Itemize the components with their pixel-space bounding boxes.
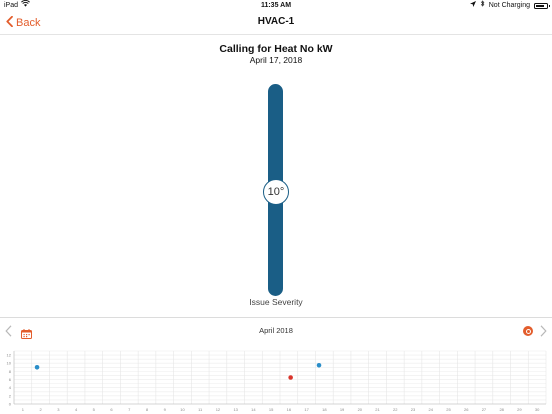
x-tick-label: 8 bbox=[146, 407, 149, 412]
x-tick-label: 17 bbox=[304, 407, 309, 412]
x-tick-label: 11 bbox=[198, 407, 203, 412]
month-label: April 2018 bbox=[259, 326, 293, 335]
battery-icon bbox=[534, 2, 550, 9]
navigation-bar: Back HVAC-1 bbox=[0, 11, 552, 35]
x-tick-label: 1 bbox=[22, 407, 25, 412]
y-tick-label: 0 bbox=[9, 402, 12, 407]
x-tick-label: 2 bbox=[39, 407, 42, 412]
alert-date: April 17, 2018 bbox=[249, 55, 303, 65]
charging-status: Not Charging bbox=[488, 2, 530, 9]
x-tick-label: 29 bbox=[517, 407, 522, 412]
x-tick-label: 12 bbox=[216, 407, 221, 412]
y-tick-label: 8 bbox=[9, 369, 12, 374]
x-tick-label: 7 bbox=[128, 407, 131, 412]
x-tick-label: 30 bbox=[535, 407, 540, 412]
x-tick-label: 22 bbox=[393, 407, 398, 412]
y-tick-label: 6 bbox=[9, 377, 12, 382]
issue-scatter-chart: 0246810121 2 3 4 5 6 7 8 9 10 11 12 13 14 15 16 17 18 19 20… bbox=[7, 350, 547, 412]
x-tick-label: 16 bbox=[287, 407, 292, 412]
x-tick-label: 25 bbox=[446, 407, 451, 412]
bluetooth-icon bbox=[480, 0, 485, 11]
status-bar-right: Not Charging bbox=[469, 0, 550, 11]
x-tick-label: 5 bbox=[93, 407, 96, 412]
x-tick-label: 24 bbox=[429, 407, 434, 412]
today-icon[interactable] bbox=[523, 326, 533, 336]
x-tick-label: 3 bbox=[57, 407, 60, 412]
battery-fill bbox=[536, 4, 544, 7]
x-tick-label: 14 bbox=[251, 407, 256, 412]
x-tick-label: 13 bbox=[233, 407, 238, 412]
x-tick-label: 4 bbox=[75, 407, 78, 412]
status-bar: iPad 11:35 AM Not Charging bbox=[0, 0, 552, 11]
y-tick-label: 2 bbox=[9, 393, 12, 398]
x-tick-label: 9 bbox=[164, 407, 167, 412]
severity-gauge-knob[interactable]: 10° bbox=[263, 179, 289, 205]
alert-title: Calling for Heat No kW bbox=[219, 43, 333, 55]
data-point bbox=[316, 362, 322, 368]
y-tick-label: 10 bbox=[7, 361, 12, 366]
x-tick-label: 28 bbox=[499, 407, 504, 412]
x-tick-label: 21 bbox=[375, 407, 380, 412]
x-tick-label: 23 bbox=[411, 407, 416, 412]
x-tick-label: 10 bbox=[180, 407, 185, 412]
y-tick-label: 12 bbox=[7, 353, 12, 358]
data-point bbox=[34, 365, 40, 370]
x-tick-label: 6 bbox=[110, 407, 113, 412]
x-tick-label: 27 bbox=[482, 407, 487, 412]
calendar-toolbar: April 2018 bbox=[0, 322, 552, 340]
x-tick-label: 18 bbox=[322, 407, 327, 412]
x-tick-label: 26 bbox=[464, 407, 469, 412]
severity-label: Issue Severity bbox=[249, 297, 303, 307]
page-title: HVAC-1 bbox=[257, 16, 295, 27]
x-tick-label: 19 bbox=[340, 407, 345, 412]
x-tick-label: 20 bbox=[358, 407, 363, 412]
location-icon bbox=[469, 0, 476, 11]
data-point bbox=[288, 375, 293, 380]
x-tick-label: 15 bbox=[269, 407, 274, 412]
section-divider bbox=[0, 317, 552, 318]
y-tick-label: 4 bbox=[9, 385, 12, 390]
chevron-right-icon[interactable] bbox=[540, 324, 547, 342]
